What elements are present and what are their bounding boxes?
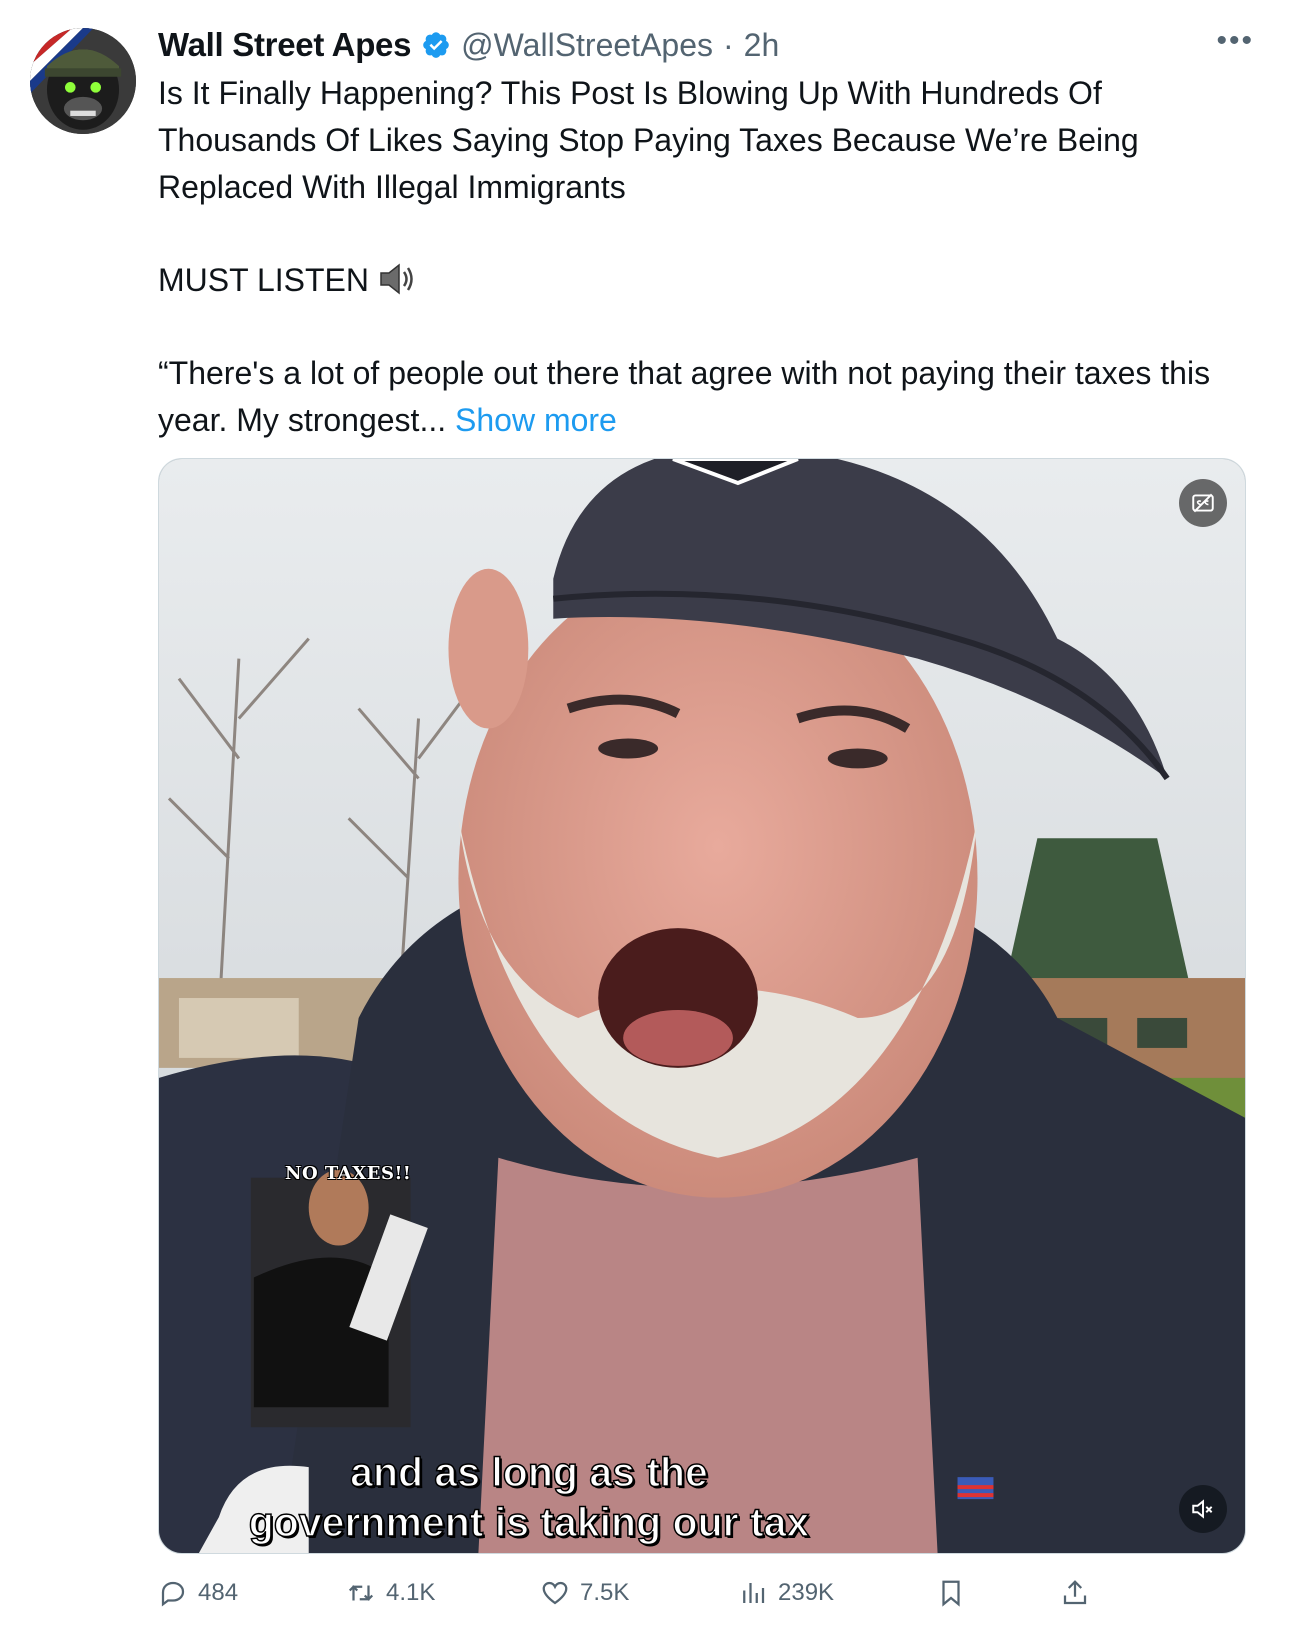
must-listen-text: MUST LISTEN: [158, 262, 369, 298]
video-frame: [159, 459, 1245, 1553]
bookmark-button[interactable]: [936, 1578, 966, 1608]
share-icon: [1063, 1580, 1087, 1605]
heart-icon: [542, 1581, 568, 1605]
captions-off-icon: [1192, 493, 1214, 513]
tweet-text-paragraph-2: MUST LISTEN: [158, 257, 1238, 304]
display-name[interactable]: Wall Street Apes: [158, 26, 411, 64]
inset-no-taxes-label: NO TAXES!!: [285, 1163, 412, 1184]
avatar[interactable]: [30, 28, 136, 134]
tweet-text-paragraph-3: “There's a lot of people out there that …: [158, 350, 1238, 444]
timestamp[interactable]: 2h: [744, 27, 780, 64]
like-button[interactable]: 7.5K: [540, 1578, 629, 1608]
share-button[interactable]: [1060, 1578, 1090, 1608]
views-count: 239K: [778, 1579, 835, 1606]
repost-count: 4.1K: [386, 1579, 436, 1606]
muted-speaker-icon: [1192, 1499, 1213, 1519]
repost-icon: [348, 1585, 374, 1601]
reply-button[interactable]: 484: [158, 1578, 238, 1608]
tweet: Wall Street Apes @WallStreetApes · 2h ••…: [0, 0, 1294, 1630]
speaker-icon: [380, 263, 413, 295]
unmute-button[interactable]: [1179, 1485, 1227, 1533]
views-chart-icon: [743, 1583, 765, 1603]
reply-count: 484: [198, 1579, 239, 1606]
verified-badge-icon: [423, 32, 449, 58]
video-player[interactable]: NO TAXES!! and as long as the government…: [158, 458, 1246, 1554]
tweet-actions-bar: 484 4.1K 7.5K 239K: [158, 1568, 1248, 1618]
views-button[interactable]: 239K: [738, 1578, 834, 1608]
video-caption-line-2: government is taking our tax: [248, 1498, 810, 1546]
video-caption-line-1: and as long as the: [349, 1448, 708, 1496]
reply-icon: [161, 1581, 185, 1607]
quote-text: “There's a lot of people out there that …: [158, 355, 1211, 438]
separator-dot: ·: [723, 26, 734, 63]
like-count: 7.5K: [580, 1579, 630, 1606]
captions-toggle-button[interactable]: [1179, 479, 1227, 527]
more-options-icon[interactable]: •••: [1216, 24, 1254, 58]
show-more-link[interactable]: Show more: [455, 402, 617, 438]
handle[interactable]: @WallStreetApes: [461, 27, 713, 64]
bookmark-icon: [942, 1580, 960, 1607]
tweet-text-paragraph-1: Is It Finally Happening? This Post Is Bl…: [158, 75, 1139, 205]
tweet-header: Wall Street Apes @WallStreetApes · 2h ••…: [158, 20, 1254, 70]
repost-button[interactable]: 4.1K: [346, 1578, 435, 1608]
tweet-text: Is It Finally Happening? This Post Is Bl…: [158, 70, 1238, 444]
